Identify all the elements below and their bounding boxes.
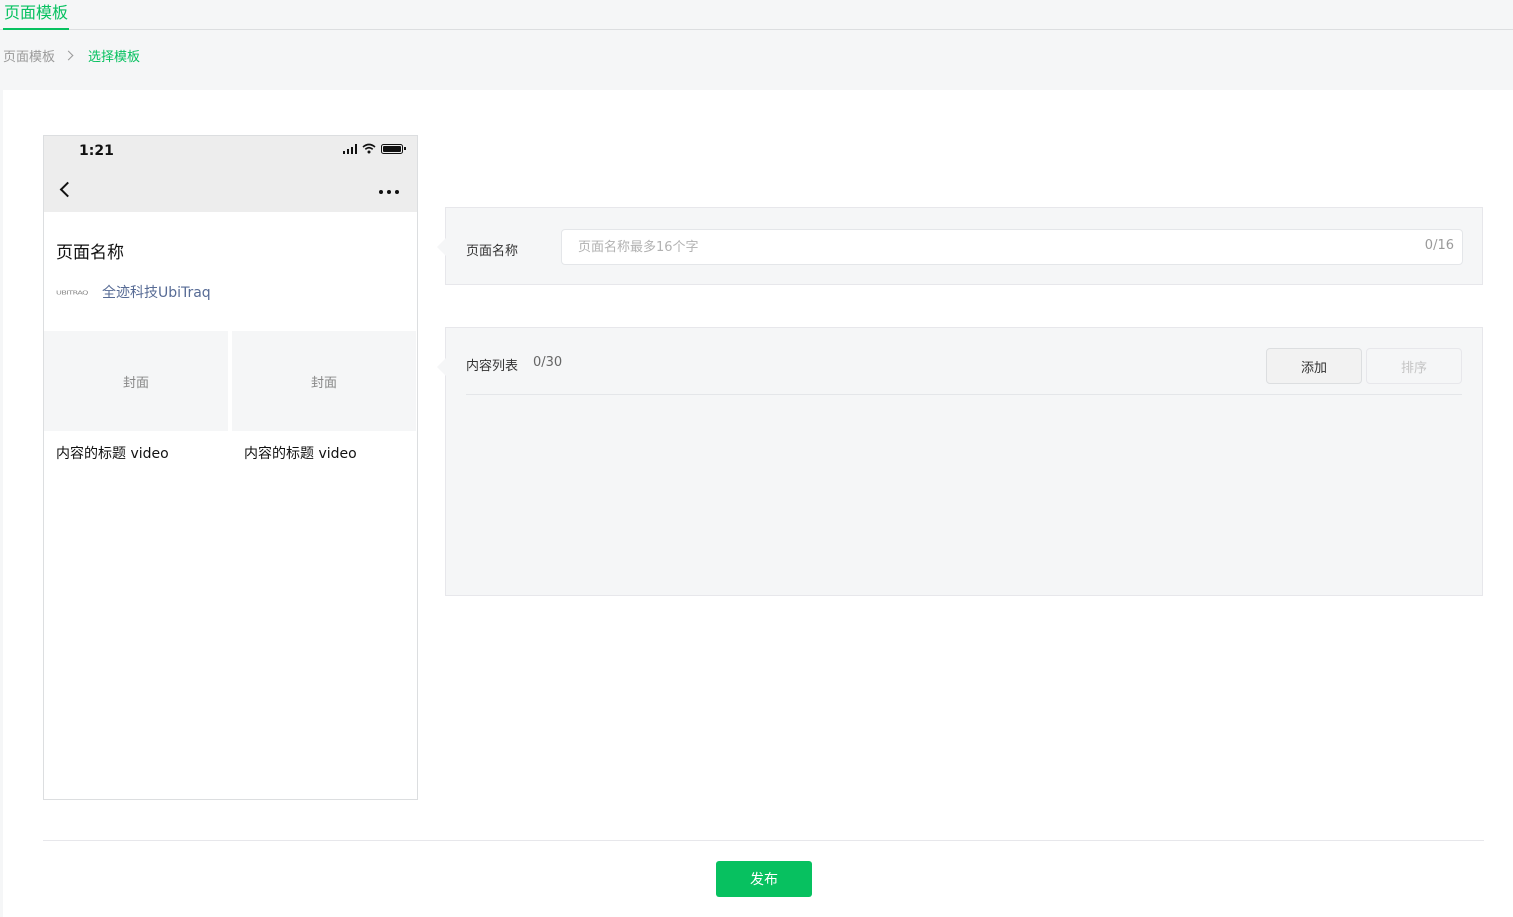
content-list-counter: 0/30 [533,355,563,370]
breadcrumb-home[interactable]: 页面模板 [3,46,55,65]
add-button[interactable]: 添加 [1266,348,1362,384]
item-title: 内容的标题 video [56,446,169,462]
list-item: 封面 内容的标题 video [44,331,228,463]
phone-preview: 1:21 页面名称 UBITRAQ 全迹科技UbiTraq 封面 内容的标题 v… [43,135,418,800]
content-list-panel: 内容列表 0/30 添加 排序 [437,327,1483,596]
author-name[interactable]: 全迹科技UbiTraq [102,282,211,302]
cover-placeholder: 封面 [232,331,416,431]
breadcrumb-current: 选择模板 [88,49,141,65]
page-name-input[interactable] [562,230,1462,264]
battery-icon [381,143,406,154]
sort-button[interactable]: 排序 [1366,348,1462,384]
page-name-field: 0/16 [561,229,1463,265]
tab-page-template[interactable]: 页面模板 [3,2,70,30]
page-name-counter: 0/16 [1424,238,1454,253]
status-time: 1:21 [79,143,114,159]
preview-page-title: 页面名称 [56,243,124,263]
footer-divider [43,840,1484,841]
back-icon[interactable] [59,181,76,198]
publish-button[interactable]: 发布 [716,861,812,897]
more-icon[interactable] [379,190,399,194]
status-icons [342,143,406,154]
page-name-label: 页面名称 [466,244,519,259]
page-name-panel: 页面名称 0/16 [437,207,1483,285]
divider [466,394,1462,395]
signal-icon [342,143,357,154]
content-list-label: 内容列表 [466,359,519,374]
chevron-right-icon [63,50,74,60]
item-title: 内容的标题 video [244,446,357,462]
list-item: 封面 内容的标题 video [232,331,416,463]
author-logo: UBITRAQ [56,288,88,296]
breadcrumb: 页面模板 选择模板 [3,46,141,65]
main-card: 1:21 页面名称 UBITRAQ 全迹科技UbiTraq 封面 内容的标题 v… [3,90,1513,917]
cover-placeholder: 封面 [44,331,228,431]
top-tab-bar: 页面模板 [0,0,1513,30]
author-row: UBITRAQ 全迹科技UbiTraq [56,282,211,302]
phone-header: 1:21 [44,136,417,212]
wifi-icon [362,143,376,154]
